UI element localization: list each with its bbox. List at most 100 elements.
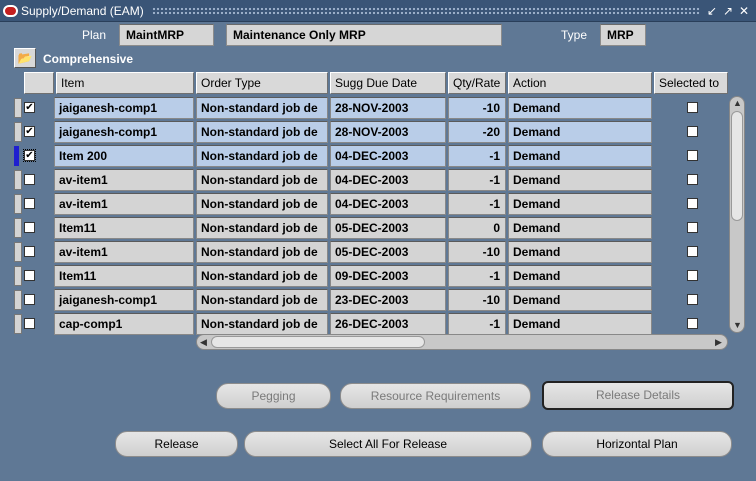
horizontal-scrollbar[interactable]: ◀ ▶ xyxy=(196,334,728,350)
due-date-cell[interactable]: 04-DEC-2003 xyxy=(330,145,446,167)
item-cell[interactable]: av-item1 xyxy=(54,241,194,263)
action-cell[interactable]: Demand xyxy=(508,289,652,311)
row-select-checkbox[interactable] xyxy=(24,174,35,185)
row-indicator[interactable] xyxy=(14,218,22,238)
item-cell[interactable]: jaiganesh-comp1 xyxy=(54,289,194,311)
table-row[interactable]: jaiganesh-comp1 Non-standard job de 23-DEC… xyxy=(14,288,734,312)
row-indicator[interactable] xyxy=(14,242,22,262)
column-header-order-type[interactable]: Order Type xyxy=(196,72,328,94)
row-indicator[interactable] xyxy=(14,98,22,118)
row-indicator[interactable] xyxy=(14,170,22,190)
table-row[interactable]: ✔ jaiganesh-comp1 Non-standard job de 28-NO… xyxy=(14,120,734,144)
qty-rate-cell[interactable]: 0 xyxy=(448,217,506,239)
action-cell[interactable]: Demand xyxy=(508,193,652,215)
item-cell[interactable]: Item11 xyxy=(54,265,194,287)
item-cell[interactable]: jaiganesh-comp1 xyxy=(54,121,194,143)
release-details-button[interactable]: Release Details xyxy=(542,381,734,410)
item-cell[interactable]: cap-comp1 xyxy=(54,313,194,335)
selected-to-checkbox[interactable] xyxy=(687,150,698,161)
qty-rate-cell[interactable]: -10 xyxy=(448,289,506,311)
action-cell[interactable]: Demand xyxy=(508,217,652,239)
table-row[interactable]: ✔ Item 200 Non-standard job de 04-DEC-2003-… xyxy=(14,144,734,168)
order-type-cell[interactable]: Non-standard job de xyxy=(196,145,328,167)
action-cell[interactable]: Demand xyxy=(508,145,652,167)
qty-rate-cell[interactable]: -1 xyxy=(448,145,506,167)
table-row[interactable]: cap-comp1 Non-standard job de 26-DEC-2003-… xyxy=(14,312,734,336)
scroll-down-icon[interactable]: ▼ xyxy=(733,320,742,330)
row-indicator[interactable] xyxy=(14,194,22,214)
vertical-scrollbar[interactable]: ▲ ▼ xyxy=(729,96,745,333)
release-button[interactable]: Release xyxy=(115,431,238,457)
selected-to-checkbox[interactable] xyxy=(687,246,698,257)
row-select-checkbox[interactable]: ✔ xyxy=(23,149,36,162)
qty-rate-cell[interactable]: -20 xyxy=(448,121,506,143)
item-cell[interactable]: av-item1 xyxy=(54,193,194,215)
qty-rate-cell[interactable]: -1 xyxy=(448,169,506,191)
due-date-cell[interactable]: 09-DEC-2003 xyxy=(330,265,446,287)
close-icon[interactable]: ✕ xyxy=(737,4,751,18)
horizontal-plan-button[interactable]: Horizontal Plan xyxy=(542,431,732,457)
row-select-checkbox[interactable]: ✔ xyxy=(24,102,35,113)
row-select-checkbox[interactable] xyxy=(24,222,35,233)
minimize-icon[interactable]: ↙ xyxy=(705,4,719,18)
action-cell[interactable]: Demand xyxy=(508,241,652,263)
order-type-cell[interactable]: Non-standard job de xyxy=(196,97,328,119)
qty-rate-cell[interactable]: -1 xyxy=(448,265,506,287)
row-select-checkbox[interactable] xyxy=(24,270,35,281)
row-indicator[interactable] xyxy=(14,122,22,142)
selected-to-checkbox[interactable] xyxy=(687,318,698,329)
selected-to-checkbox[interactable] xyxy=(687,222,698,233)
table-row[interactable]: Item11 Non-standard job de 09-DEC-2003 -1 De… xyxy=(14,264,734,288)
column-header-selected-to[interactable]: Selected to xyxy=(654,72,728,94)
selected-to-checkbox[interactable] xyxy=(687,126,698,137)
due-date-cell[interactable]: 23-DEC-2003 xyxy=(330,289,446,311)
selected-to-checkbox[interactable] xyxy=(687,198,698,209)
selected-to-checkbox[interactable] xyxy=(687,270,698,281)
scroll-up-icon[interactable]: ▲ xyxy=(733,98,742,108)
qty-rate-cell[interactable]: -10 xyxy=(448,97,506,119)
row-select-checkbox[interactable] xyxy=(24,246,35,257)
column-header-qty-rate[interactable]: Qty/Rate xyxy=(448,72,506,94)
row-indicator[interactable] xyxy=(14,290,22,310)
order-type-cell[interactable]: Non-standard job de xyxy=(196,193,328,215)
maximize-icon[interactable]: ↗ xyxy=(721,4,735,18)
row-select-checkbox[interactable] xyxy=(24,198,35,209)
item-cell[interactable]: Item11 xyxy=(54,217,194,239)
order-type-cell[interactable]: Non-standard job de xyxy=(196,241,328,263)
order-type-cell[interactable]: Non-standard job de xyxy=(196,289,328,311)
row-indicator[interactable] xyxy=(14,266,22,286)
selected-to-checkbox[interactable] xyxy=(687,294,698,305)
order-type-cell[interactable]: Non-standard job de xyxy=(196,169,328,191)
select-all-for-release-button[interactable]: Select All For Release xyxy=(244,431,532,457)
row-select-checkbox[interactable]: ✔ xyxy=(24,126,35,137)
vertical-scroll-thumb[interactable] xyxy=(731,111,743,221)
due-date-cell[interactable]: 05-DEC-2003 xyxy=(330,217,446,239)
pegging-button[interactable]: Pegging xyxy=(216,383,331,409)
action-cell[interactable]: Demand xyxy=(508,97,652,119)
plan-description-field[interactable]: Maintenance Only MRP xyxy=(226,24,502,46)
due-date-cell[interactable]: 05-DEC-2003 xyxy=(330,241,446,263)
action-cell[interactable]: Demand xyxy=(508,313,652,335)
row-select-checkbox[interactable] xyxy=(24,318,35,329)
table-row[interactable]: ✔ jaiganesh-comp1 Non-standard job de 28-NO… xyxy=(14,96,734,120)
item-cell[interactable]: av-item1 xyxy=(54,169,194,191)
qty-rate-cell[interactable]: -10 xyxy=(448,241,506,263)
table-row[interactable]: av-item1 Non-standard job de 04-DEC-2003 -1… xyxy=(14,192,734,216)
qty-rate-cell[interactable]: -1 xyxy=(448,193,506,215)
qty-rate-cell[interactable]: -1 xyxy=(448,313,506,335)
column-header-item[interactable]: Item xyxy=(56,72,194,94)
scroll-left-icon[interactable]: ◀ xyxy=(200,337,207,347)
order-type-cell[interactable]: Non-standard job de xyxy=(196,313,328,335)
plan-field[interactable]: MaintMRP xyxy=(119,24,214,46)
scroll-right-icon[interactable]: ▶ xyxy=(715,337,722,347)
row-indicator[interactable] xyxy=(14,146,19,166)
table-row[interactable]: av-item1 Non-standard job de 04-DEC-2003 -1… xyxy=(14,168,734,192)
type-field[interactable]: MRP xyxy=(600,24,646,46)
due-date-cell[interactable]: 26-DEC-2003 xyxy=(330,313,446,335)
order-type-cell[interactable]: Non-standard job de xyxy=(196,217,328,239)
item-cell[interactable]: jaiganesh-comp1 xyxy=(54,97,194,119)
due-date-cell[interactable]: 28-NOV-2003 xyxy=(330,97,446,119)
action-cell[interactable]: Demand xyxy=(508,265,652,287)
horizontal-scroll-thumb[interactable] xyxy=(211,336,425,348)
column-header-due-date[interactable]: Sugg Due Date xyxy=(330,72,446,94)
